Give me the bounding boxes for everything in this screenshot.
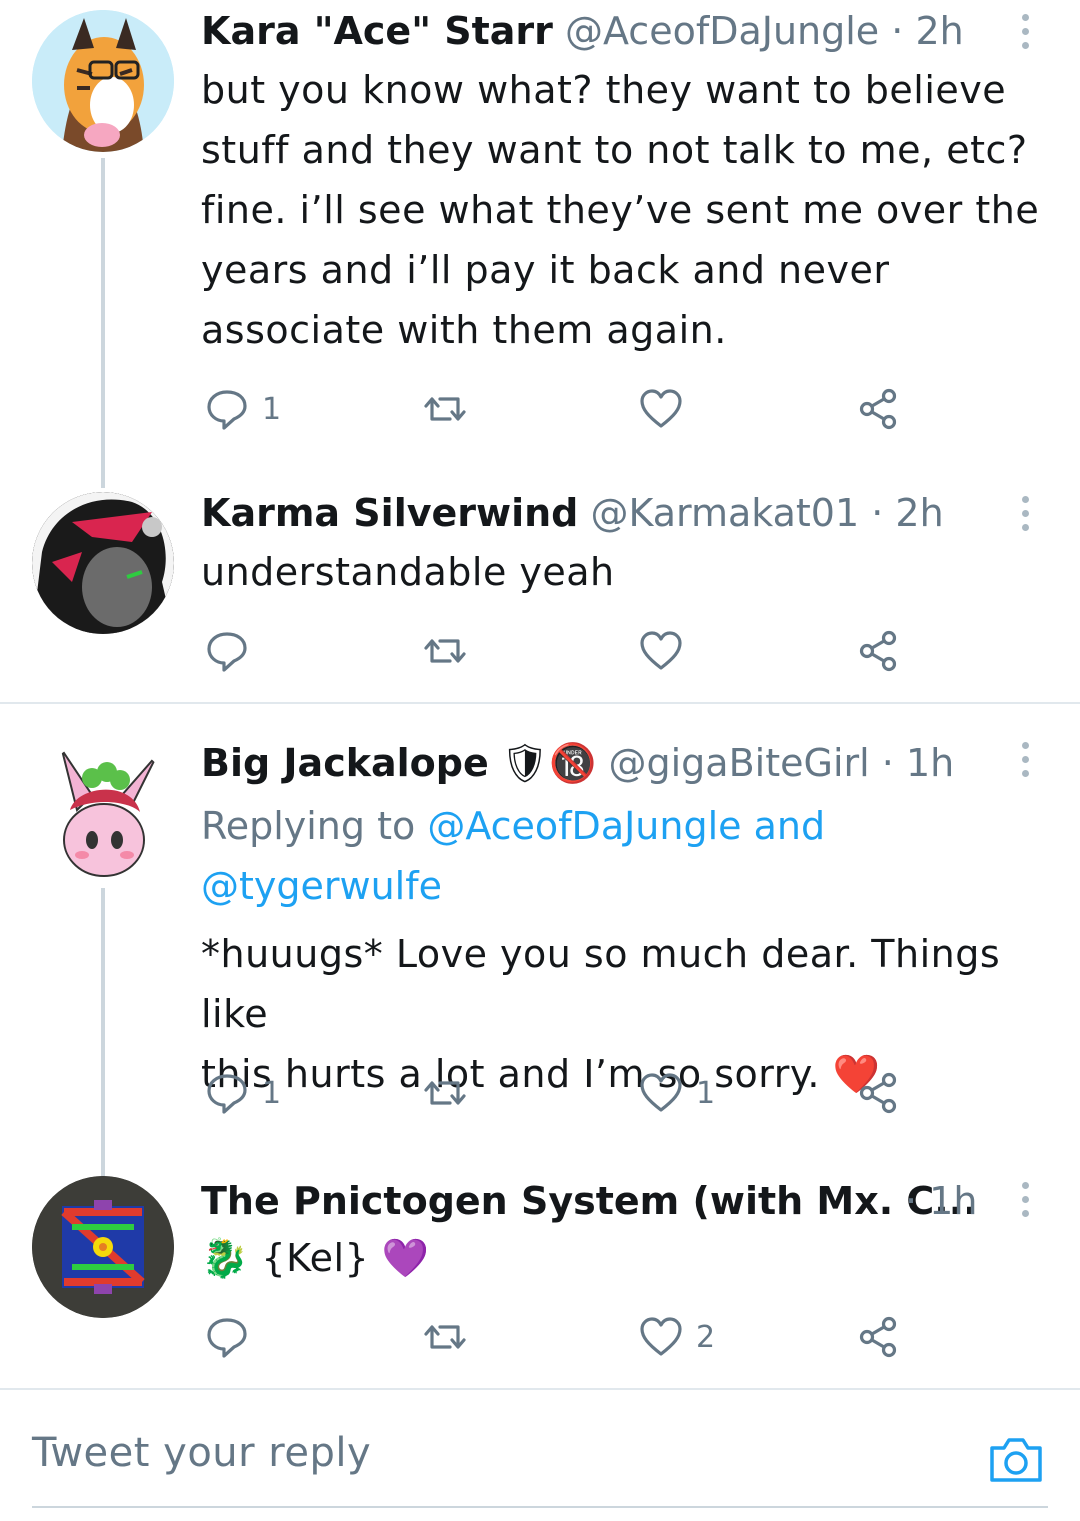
timestamp: · 2h bbox=[871, 491, 944, 535]
more-vertical-icon[interactable] bbox=[1010, 6, 1040, 56]
tweet-text-line: years and i’ll pay it back and never bbox=[201, 248, 890, 292]
heart-icon bbox=[638, 628, 684, 674]
retweet-icon bbox=[422, 1070, 468, 1116]
tweet-header: Kara "Ace" Starr @AceofDaJungle · 2h bbox=[201, 6, 990, 56]
like-button[interactable]: 1 bbox=[638, 1068, 715, 1118]
reply-button[interactable] bbox=[204, 626, 262, 676]
retweet-button[interactable] bbox=[422, 1312, 468, 1362]
reply-composer: Tweet your reply bbox=[0, 1388, 1080, 1521]
camera-icon[interactable] bbox=[986, 1434, 1046, 1486]
tweet-text-line: 🐉 {Kel} 💜 bbox=[201, 1236, 430, 1280]
timestamp: · 2h bbox=[891, 9, 964, 53]
tweet-text-line: but you know what? they want to believe bbox=[201, 68, 1007, 112]
share-icon bbox=[856, 628, 902, 674]
reply-button[interactable]: 1 bbox=[204, 1068, 281, 1118]
tweet-text: 🐉 {Kel} 💜 bbox=[201, 1228, 1050, 1288]
more-vertical-icon[interactable] bbox=[1010, 488, 1040, 538]
like-button[interactable] bbox=[638, 384, 696, 434]
timestamp: · 1h bbox=[881, 741, 955, 785]
tweet-header: Big Jackalope 🛡🔞 @gigaBiteGirl · 1h bbox=[201, 738, 990, 788]
tweet-text-line: understandable yeah bbox=[201, 550, 615, 594]
tweet-text-line: associate with them again. bbox=[201, 308, 727, 352]
display-name[interactable]: Big Jackalope bbox=[201, 741, 489, 785]
tweet-3[interactable]: Big Jackalope 🛡🔞 @gigaBiteGirl · 1h Repl… bbox=[0, 704, 1080, 1178]
thread-line bbox=[101, 158, 105, 488]
avatar[interactable] bbox=[32, 740, 174, 882]
tweet-1[interactable]: Kara "Ace" Starr @AceofDaJungle · 2h but… bbox=[0, 0, 1080, 488]
replying-to: Replying to @AceofDaJungle and @tygerwul… bbox=[201, 796, 1020, 916]
reply-input[interactable]: Tweet your reply bbox=[32, 1430, 371, 1476]
tiger-avatar-image bbox=[32, 10, 174, 152]
tweet-actions: 1 1 bbox=[200, 1068, 920, 1118]
tweet-actions: 1 bbox=[200, 384, 920, 434]
user-handle[interactable]: @Karmakat01 bbox=[590, 491, 859, 535]
pnictogen-avatar-image bbox=[32, 1176, 174, 1318]
replying-prefix: Replying to bbox=[201, 804, 416, 848]
jackalope-avatar-image bbox=[32, 740, 174, 882]
retweet-icon bbox=[422, 1314, 468, 1360]
heart-icon bbox=[638, 386, 684, 432]
avatar[interactable] bbox=[32, 492, 174, 634]
reply-input-underline bbox=[32, 1506, 1048, 1508]
tweet-text-line: fine. i’ll see what they’ve sent me over… bbox=[201, 188, 1040, 232]
retweet-button[interactable] bbox=[422, 626, 468, 676]
more-vertical-icon[interactable] bbox=[1010, 734, 1040, 784]
share-icon bbox=[856, 1070, 902, 1116]
avatar[interactable] bbox=[32, 1176, 174, 1318]
reply-count: 1 bbox=[262, 391, 282, 427]
share-button[interactable] bbox=[856, 1312, 902, 1362]
user-handle[interactable]: @gigaBiteGirl bbox=[609, 741, 870, 785]
display-name[interactable]: Kara "Ace" Starr bbox=[201, 9, 553, 53]
display-name[interactable]: Karma Silverwind bbox=[201, 491, 578, 535]
mention-link[interactable]: @AceofDaJungle and bbox=[427, 804, 825, 848]
tweet-text: but you know what? they want to believe … bbox=[201, 60, 1050, 360]
display-name[interactable]: The Pnictogen System (with Mx. C... bbox=[201, 1179, 978, 1223]
reply-icon bbox=[204, 386, 250, 432]
tweet-text-line: stuff and they want to not talk to me, e… bbox=[201, 128, 1028, 172]
thread-line bbox=[101, 888, 105, 1178]
like-button[interactable] bbox=[638, 626, 696, 676]
reply-icon bbox=[204, 628, 250, 674]
heart-icon bbox=[638, 1070, 684, 1116]
more-vertical-icon[interactable] bbox=[1010, 1174, 1040, 1224]
retweet-button[interactable] bbox=[422, 1068, 468, 1118]
share-icon bbox=[856, 386, 902, 432]
retweet-button[interactable] bbox=[422, 384, 468, 434]
share-button[interactable] bbox=[856, 626, 902, 676]
mention-link[interactable]: @tygerwulfe bbox=[201, 864, 442, 908]
retweet-icon bbox=[422, 386, 468, 432]
tweet-header: Karma Silverwind @Karmakat01 · 2h bbox=[201, 488, 990, 538]
avatar[interactable] bbox=[32, 10, 174, 152]
tweet-text: understandable yeah bbox=[201, 542, 1050, 602]
retweet-icon bbox=[422, 628, 468, 674]
like-count: 1 bbox=[696, 1075, 716, 1111]
reply-icon bbox=[204, 1070, 250, 1116]
heart-icon bbox=[638, 1314, 684, 1360]
tweet-actions: 2 bbox=[200, 1312, 920, 1362]
karma-avatar-image bbox=[32, 492, 174, 634]
tweet-actions bbox=[200, 626, 920, 676]
user-handle[interactable]: @AceofDaJungle bbox=[565, 9, 879, 53]
share-button[interactable] bbox=[856, 384, 902, 434]
timestamp: · 1h bbox=[905, 1179, 978, 1223]
share-button[interactable] bbox=[856, 1068, 902, 1118]
share-icon bbox=[856, 1314, 902, 1360]
tweet-text-line: *huuugs* Love you so much dear. Things l… bbox=[201, 932, 1001, 1036]
reply-icon bbox=[204, 1314, 250, 1360]
tweet-4[interactable]: The Pnictogen System (with Mx. C... · 1h… bbox=[0, 1154, 1080, 1388]
tweet-2[interactable]: Karma Silverwind @Karmakat01 · 2h unders… bbox=[0, 470, 1080, 702]
reply-button[interactable] bbox=[204, 1312, 262, 1362]
like-count: 2 bbox=[696, 1319, 716, 1355]
name-badges: 🛡🔞 bbox=[500, 741, 597, 785]
like-button[interactable]: 2 bbox=[638, 1312, 715, 1362]
reply-count: 1 bbox=[262, 1075, 282, 1111]
reply-button[interactable]: 1 bbox=[204, 384, 281, 434]
